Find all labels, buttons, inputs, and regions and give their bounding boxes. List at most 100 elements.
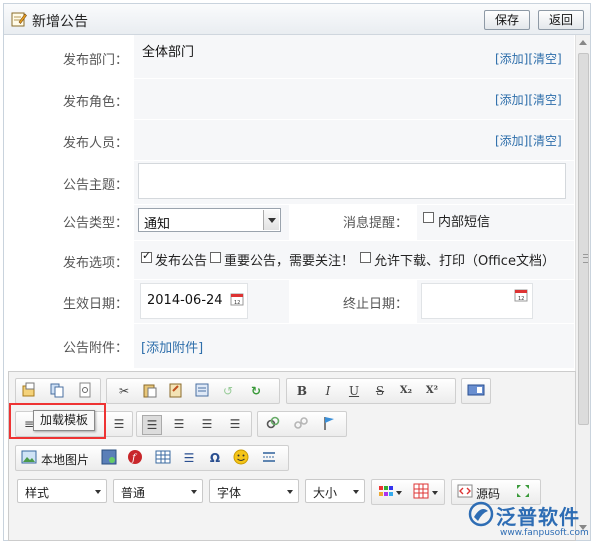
document-toolbar-group [15, 378, 101, 404]
align-center-icon[interactable]: ☰ [170, 415, 188, 433]
important-checkbox[interactable] [210, 252, 221, 263]
style-select-label: 样式 [25, 486, 50, 500]
align-left-icon[interactable]: ☰ [142, 415, 162, 435]
chevron-down-icon [95, 490, 101, 494]
svg-text:12: 12 [518, 296, 524, 302]
insert-media-icon[interactable] [100, 449, 118, 467]
local-image-button[interactable]: 本地图片 [41, 451, 89, 468]
link-toolbar-group [257, 411, 347, 437]
person-label: 发布人员： [62, 136, 128, 151]
text-color-icon[interactable] [377, 483, 395, 501]
image-icon[interactable] [20, 449, 38, 467]
reminder-sms-label: 内部短信 [438, 215, 491, 230]
reminder-sms-checkbox[interactable] [423, 212, 434, 223]
allow-download-checkbox[interactable] [360, 252, 371, 263]
load-template-tooltip: 加载模板 [33, 410, 96, 431]
special-char-icon[interactable]: Ω [206, 449, 224, 467]
svg-text:12: 12 [234, 300, 240, 306]
table-icon[interactable] [154, 449, 172, 467]
size-select[interactable]: 大小 [305, 479, 365, 503]
subscript-icon[interactable]: X₂ [397, 382, 415, 400]
calendar-icon[interactable]: 12 [514, 288, 528, 302]
page-title: 新增公告 [32, 14, 88, 30]
unlink-icon[interactable] [292, 415, 310, 433]
align-right-icon[interactable]: ☰ [198, 415, 216, 433]
attachment-label: 公告附件： [62, 341, 128, 356]
paste-icon[interactable] [141, 382, 159, 400]
color-toolbar-group [371, 479, 445, 505]
chevron-down-icon [287, 490, 293, 494]
copy-doc-icon[interactable] [48, 382, 66, 400]
end-date-label: 终止日期： [342, 297, 408, 312]
chevron-down-icon[interactable] [396, 491, 402, 495]
chevron-down-icon [353, 490, 359, 494]
type-select[interactable]: 通知 [138, 208, 281, 232]
indent-icon[interactable]: ☰ [110, 415, 128, 433]
brand-logo-icon [468, 501, 494, 527]
undo-icon[interactable]: ↺ [219, 382, 237, 400]
clipboard-toolbar-group: ✂ ↺ ↻ [106, 378, 280, 404]
save-button[interactable]: 保存 [484, 10, 531, 30]
scroll-up-icon[interactable] [579, 40, 587, 45]
style-select[interactable]: 样式 [17, 479, 107, 503]
format-select[interactable]: 普通 [113, 479, 203, 503]
font-select-label: 字体 [217, 486, 242, 500]
bold-icon[interactable]: B [293, 382, 311, 400]
brand-url: www.fanpusoft.com [500, 528, 589, 538]
flash-icon[interactable]: f [126, 449, 144, 467]
emoticon-icon[interactable] [232, 449, 250, 467]
background-color-icon[interactable] [412, 483, 430, 501]
insert-toolbar-group: 本地图片 f ☰ Ω [15, 445, 289, 471]
scroll-thumb[interactable] [578, 53, 589, 425]
chevron-down-icon[interactable] [263, 210, 279, 230]
reminder-label: 消息提醒： [342, 216, 408, 231]
type-label: 公告类型： [62, 216, 128, 231]
publish-option-label: 发布公告 [155, 254, 208, 269]
start-date-label: 生效日期： [62, 297, 128, 312]
dept-value: 全体部门 [142, 45, 195, 60]
role-add-clear-link[interactable]: [添加][清空] [495, 91, 562, 108]
superscript-icon[interactable]: X² [423, 382, 441, 400]
format-select-label: 普通 [121, 486, 146, 500]
options-label: 发布选项： [62, 256, 128, 271]
brand-name: 泛普软件 [496, 505, 580, 529]
paste-word-icon[interactable] [167, 382, 185, 400]
person-add-clear-link[interactable]: [添加][清空] [495, 132, 562, 149]
chevron-down-icon[interactable] [432, 491, 438, 495]
start-date-value: 2014-06-24 [147, 293, 223, 308]
allow-download-option-label: 允许下载、打印（Office文档） [374, 254, 555, 269]
edit-note-icon [11, 12, 27, 27]
remove-format-icon[interactable] [467, 382, 485, 400]
align-justify-icon[interactable]: ☰ [226, 415, 244, 433]
horizontal-rule-icon[interactable]: ☰ [180, 449, 198, 467]
calendar-icon[interactable]: 12 [230, 292, 244, 306]
format-toolbar-group: B I U S X₂ X² [286, 378, 456, 404]
title-bar: 新增公告 保存 返回 [4, 4, 590, 35]
italic-icon[interactable]: I [319, 382, 337, 400]
redo-icon[interactable]: ↻ [247, 382, 265, 400]
role-label: 发布角色： [62, 95, 128, 110]
back-button[interactable]: 返回 [538, 10, 585, 30]
cut-icon[interactable]: ✂ [115, 382, 133, 400]
dept-label: 发布部门： [62, 53, 128, 68]
subject-input[interactable] [138, 163, 566, 199]
important-option-label: 重要公告，需要关注！ [224, 254, 355, 269]
remove-format-group [461, 378, 491, 404]
brand-watermark: 泛普软件 www.fanpusoft.com [466, 499, 590, 543]
publish-checkbox[interactable] [141, 249, 152, 263]
strikethrough-icon[interactable]: S [371, 382, 389, 400]
vertical-scrollbar[interactable] [575, 35, 590, 540]
type-selected: 通知 [144, 217, 171, 232]
font-select[interactable]: 字体 [209, 479, 299, 503]
underline-icon[interactable]: U [345, 382, 363, 400]
paste-text-icon[interactable] [193, 382, 211, 400]
link-icon[interactable] [264, 415, 282, 433]
new-doc-icon[interactable] [20, 382, 38, 400]
preview-icon[interactable] [76, 382, 94, 400]
align-toolbar-group: ☰ ☰ ☰ ☰ [136, 411, 252, 437]
dialog-window: 新增公告 保存 返回 发布部门： 全体部门 [添加][清空] 发布角色： [添加… [3, 3, 591, 541]
page-break-icon[interactable] [260, 449, 278, 467]
anchor-flag-icon[interactable] [320, 415, 338, 433]
add-attachment-link[interactable]: [添加附件] [141, 337, 203, 356]
dept-add-clear-link[interactable]: [添加][清空] [495, 50, 562, 67]
